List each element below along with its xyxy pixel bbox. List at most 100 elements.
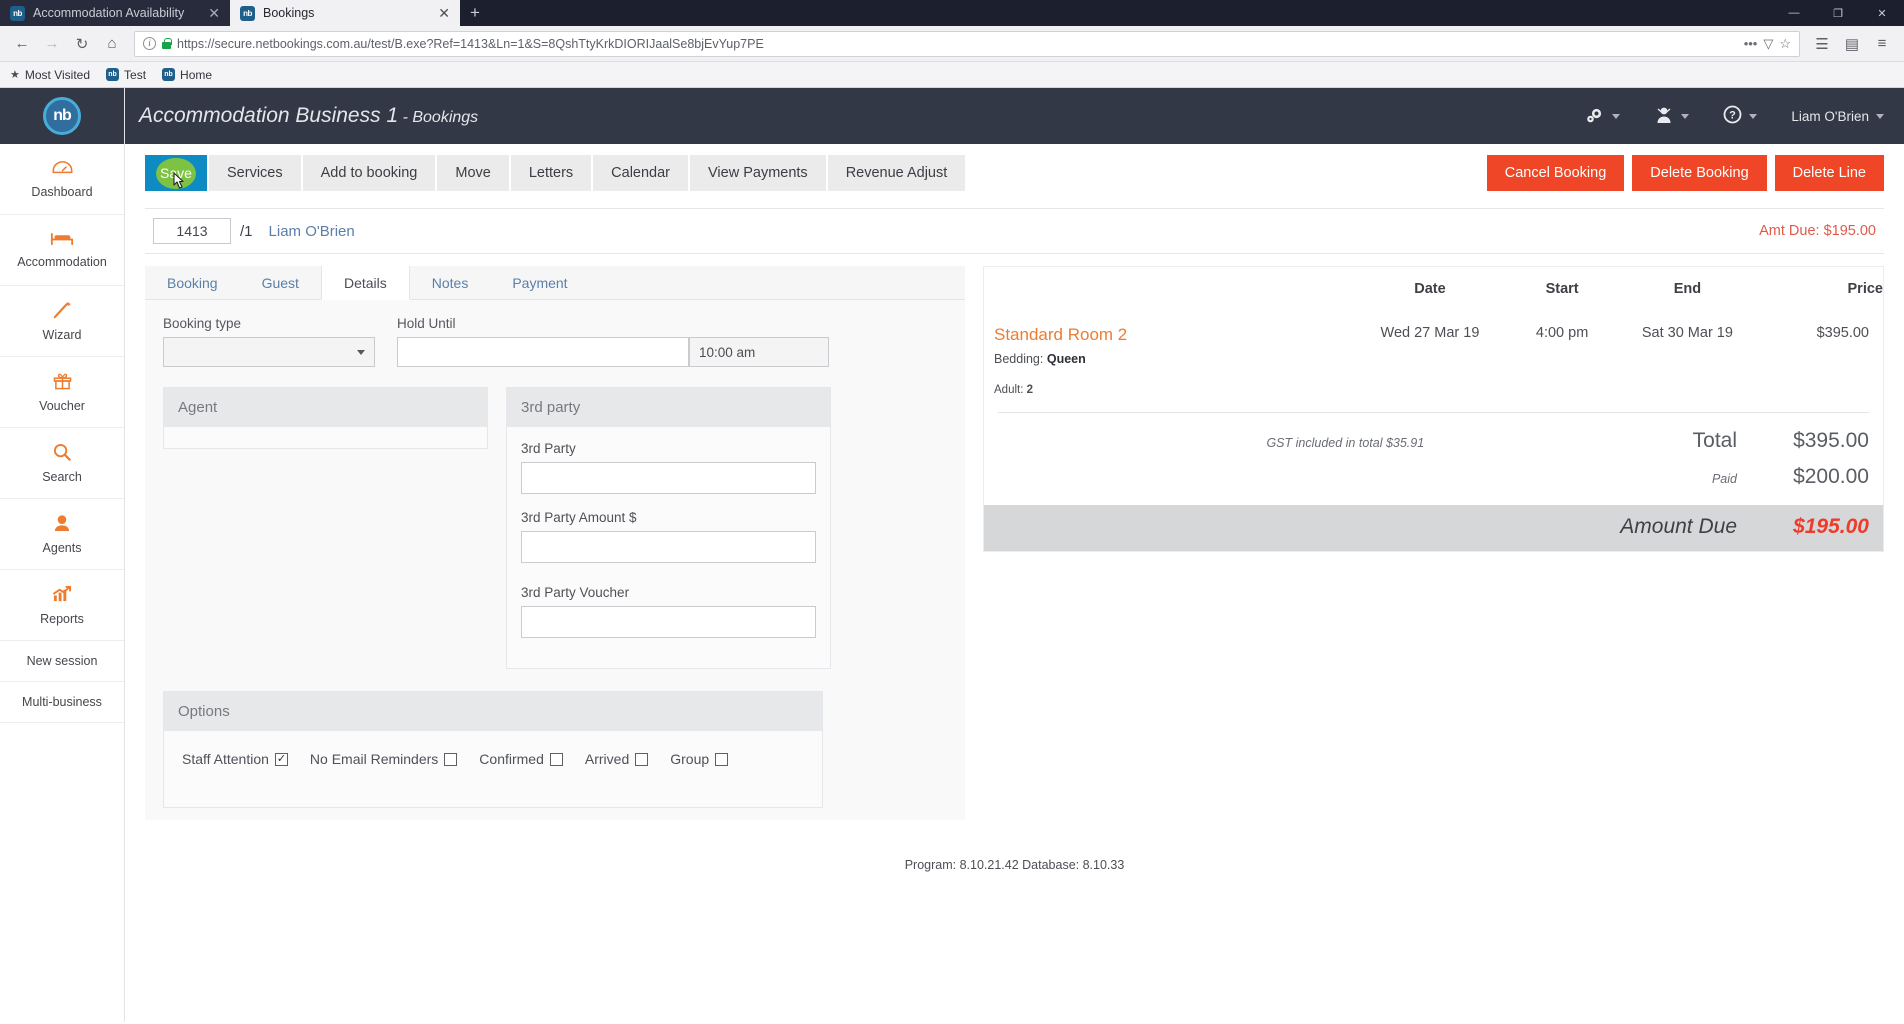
- header-settings-menu[interactable]: [1585, 105, 1621, 128]
- letters-button[interactable]: Letters: [510, 155, 592, 191]
- summary-total-row: GST included in total $35.91 Total $395.…: [984, 413, 1883, 453]
- sidebar-item-label: Wizard: [42, 327, 82, 342]
- reload-icon[interactable]: ↻: [68, 30, 96, 58]
- sidebar-item-search[interactable]: Search: [0, 428, 124, 499]
- booking-summary: Date Start End Price Standard Room 2 Bed…: [983, 266, 1884, 552]
- maximize-icon[interactable]: ❐: [1816, 0, 1860, 26]
- hold-until-time-select[interactable]: 10:00 am: [689, 337, 829, 367]
- checkbox-no-email-reminders[interactable]: [444, 752, 458, 766]
- checkbox-arrived[interactable]: [635, 752, 649, 766]
- options-pane-title: Options: [164, 692, 822, 731]
- sidebar-item-reports[interactable]: Reports: [0, 570, 124, 641]
- pocket-icon[interactable]: ▽: [1763, 36, 1773, 52]
- paid-label: Paid: [1711, 472, 1737, 486]
- booking-type-field: Booking type: [163, 316, 375, 367]
- booking-ref-input[interactable]: [153, 218, 231, 244]
- third-party-amount-input[interactable]: [521, 531, 816, 563]
- services-button[interactable]: Services: [209, 155, 301, 191]
- sidebar-icon[interactable]: ▤: [1838, 30, 1866, 58]
- option-label: Group: [670, 751, 710, 767]
- new-tab-button[interactable]: +: [460, 0, 490, 26]
- sidebar-item-label: Search: [42, 469, 82, 484]
- sidebar-item-label: Dashboard: [31, 184, 93, 199]
- address-bar[interactable]: i https://secure.netbookings.com.au/test…: [134, 30, 1800, 57]
- option-group[interactable]: Group: [670, 751, 729, 767]
- view-payments-button[interactable]: View Payments: [690, 155, 826, 191]
- booking-guest-link[interactable]: Liam O'Brien: [269, 223, 355, 240]
- delete-booking-button[interactable]: Delete Booking: [1632, 155, 1767, 191]
- cancel-booking-button[interactable]: Cancel Booking: [1486, 155, 1625, 191]
- save-button[interactable]: Save: [145, 155, 207, 191]
- sidebar: nb Dashboard Accommodation Wizard Vouche: [0, 88, 125, 1022]
- header-user-admin-menu[interactable]: [1654, 105, 1690, 128]
- booking-ref-bar: /1 Liam O'Brien Amt Due: $195.00: [145, 208, 1884, 254]
- back-icon[interactable]: ←: [8, 30, 36, 58]
- forward-icon[interactable]: →: [38, 30, 66, 58]
- header-help-menu[interactable]: ?: [1723, 105, 1758, 127]
- calendar-button[interactable]: Calendar: [593, 155, 689, 191]
- library-icon[interactable]: ☰: [1808, 30, 1836, 58]
- third-party-voucher-input[interactable]: [521, 606, 816, 638]
- close-icon[interactable]: ✕: [438, 5, 450, 22]
- hold-until-input[interactable]: [397, 337, 689, 367]
- summary-start-header: Start: [1545, 281, 1579, 297]
- window-controls: — ❐ ✕: [1772, 0, 1904, 26]
- bookmark-label: Test: [124, 67, 147, 82]
- option-confirmed[interactable]: Confirmed: [479, 751, 563, 767]
- header-user-menu[interactable]: Liam O'Brien: [1791, 109, 1884, 124]
- tab-details[interactable]: Details: [320, 266, 410, 300]
- page-actions-icon[interactable]: •••: [1744, 36, 1758, 51]
- close-window-icon[interactable]: ✕: [1860, 0, 1904, 26]
- gst-note: GST included in total $35.91: [1266, 436, 1425, 450]
- third-party-amount-label: 3rd Party Amount $: [521, 510, 637, 525]
- chevron-down-icon: [1749, 113, 1758, 119]
- reports-chart-icon: [52, 585, 72, 606]
- tab-title: Accommodation Availability: [33, 6, 185, 20]
- sidebar-item-new-session[interactable]: New session: [0, 641, 124, 682]
- option-arrived[interactable]: Arrived: [585, 751, 649, 767]
- tab-notes[interactable]: Notes: [409, 266, 491, 299]
- option-staff-attention[interactable]: Staff Attention ✓: [182, 751, 288, 767]
- move-button[interactable]: Move: [437, 155, 509, 191]
- sidebar-item-accommodation[interactable]: Accommodation: [0, 215, 124, 286]
- third-party-label: 3rd Party: [521, 441, 576, 456]
- third-party-select[interactable]: [521, 462, 816, 494]
- sidebar-item-voucher[interactable]: Voucher: [0, 357, 124, 428]
- browser-tab-1[interactable]: nb Accommodation Availability ✕: [0, 0, 230, 26]
- minimize-icon[interactable]: —: [1772, 0, 1816, 26]
- tab-payment[interactable]: Payment: [490, 266, 590, 299]
- option-no-email-reminders[interactable]: No Email Reminders: [310, 751, 458, 767]
- room-name-link[interactable]: Standard Room 2: [984, 325, 1344, 345]
- bookmark-home[interactable]: nb Home: [162, 68, 212, 82]
- summary-paid-row: Paid $200.00: [984, 453, 1883, 505]
- tab-booking[interactable]: Booking: [145, 266, 240, 299]
- magic-wand-icon: [52, 301, 72, 322]
- netbookings-logo-icon[interactable]: nb: [43, 97, 81, 135]
- bookmark-star-icon[interactable]: ☆: [1779, 36, 1791, 52]
- home-icon[interactable]: ⌂: [98, 30, 126, 58]
- bookmark-test[interactable]: nb Test: [106, 68, 146, 82]
- menu-icon[interactable]: ≡: [1868, 30, 1896, 58]
- hold-until-label: Hold Until: [397, 316, 456, 331]
- sidebar-item-agents[interactable]: Agents: [0, 499, 124, 570]
- close-icon[interactable]: ✕: [208, 5, 220, 22]
- sidebar-item-multi-business[interactable]: Multi-business: [0, 682, 124, 723]
- bookmark-most-visited[interactable]: ★ Most Visited: [10, 68, 90, 82]
- checkbox-confirmed[interactable]: [549, 752, 563, 766]
- sidebar-item-wizard[interactable]: Wizard: [0, 286, 124, 357]
- tab-favicon-icon: nb: [10, 5, 25, 21]
- add-to-booking-button[interactable]: Add to booking: [302, 155, 436, 191]
- checkbox-staff-attention[interactable]: ✓: [274, 752, 288, 766]
- sidebar-item-label: Agents: [42, 540, 82, 555]
- browser-tab-2[interactable]: nb Bookings ✕: [230, 0, 460, 26]
- revenue-adjust-button[interactable]: Revenue Adjust: [827, 155, 966, 191]
- delete-line-button[interactable]: Delete Line: [1774, 155, 1884, 191]
- checkbox-group[interactable]: [715, 752, 729, 766]
- bed-icon: [50, 232, 74, 249]
- tab-guest[interactable]: Guest: [239, 266, 321, 299]
- content-root: Accommodation Business 1 - Bookings ? Li…: [125, 88, 1904, 1022]
- booking-type-select[interactable]: [163, 337, 375, 367]
- sidebar-item-dashboard[interactable]: Dashboard: [0, 144, 124, 215]
- site-info-icon[interactable]: i: [143, 37, 156, 50]
- summary-table: Date Start End Price Standard Room 2 Bed…: [984, 267, 1883, 396]
